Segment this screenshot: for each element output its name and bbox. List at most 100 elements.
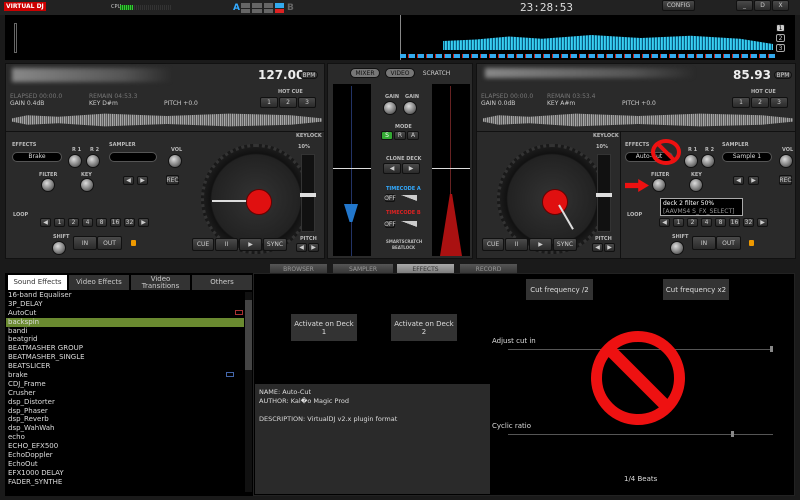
play-button[interactable]: ▶ <box>239 238 262 251</box>
tab-others[interactable]: Others <box>192 275 252 290</box>
hot-cue-3[interactable]: 3 <box>298 97 316 108</box>
minimize-button[interactable]: _ <box>736 0 753 11</box>
loop-8[interactable]: 8 <box>96 218 107 227</box>
list-item[interactable]: CDJ_Frame <box>6 380 244 389</box>
list-item[interactable]: BEATSLICER <box>6 362 244 371</box>
cyclic-ratio-slider[interactable] <box>508 431 773 437</box>
sampler-rec-button[interactable]: REC <box>166 175 179 185</box>
list-item[interactable]: dsp_Reverb <box>6 415 244 424</box>
pitch-slider[interactable] <box>300 154 316 232</box>
mode-s-button[interactable]: S <box>381 131 393 140</box>
loop-32[interactable]: 32 <box>124 218 135 227</box>
tab-scratch[interactable]: SCRATCH <box>419 68 454 78</box>
loop-prev-button[interactable]: ◀ <box>40 218 51 227</box>
loop-out-button[interactable]: OUT <box>716 236 741 250</box>
timecode-b-off[interactable]: OFF <box>384 220 396 228</box>
loop-out-button[interactable]: OUT <box>97 236 122 250</box>
pause-button[interactable]: II <box>215 238 238 251</box>
key-knob[interactable] <box>80 178 94 192</box>
scroll-handle[interactable] <box>14 23 17 53</box>
pitch-up-button[interactable]: ▶ <box>308 243 319 252</box>
bpm-button[interactable]: BPM <box>300 71 318 79</box>
tab-video[interactable]: VIDEO <box>385 68 415 78</box>
list-item[interactable]: 3P_DELAY <box>6 300 244 309</box>
sampler-select[interactable] <box>109 152 157 162</box>
tab-sound-effects[interactable]: Sound Effects <box>8 275 67 290</box>
effect-r2-knob[interactable] <box>86 154 100 168</box>
smartscratch-label[interactable]: SMARTSCRATCH <box>386 239 422 244</box>
bpm-button[interactable]: BPM <box>774 71 792 79</box>
sampler-prev-button[interactable]: ◀ <box>733 176 744 185</box>
play-button[interactable]: ▶ <box>529 238 552 251</box>
cut-frequency-half-button[interactable]: Cut frequency /2 <box>526 279 593 300</box>
tab-video-effects[interactable]: Video Effects <box>69 275 129 290</box>
sampler-rec-button[interactable]: REC <box>779 175 792 185</box>
loop-4[interactable]: 4 <box>701 218 712 227</box>
close-button[interactable]: X <box>772 0 789 11</box>
sampler-prev-button[interactable]: ◀ <box>123 176 134 185</box>
track-waveform[interactable] <box>12 113 322 127</box>
waveform-overview[interactable]: 1 2 3 <box>5 15 795 60</box>
track-waveform[interactable] <box>483 113 793 127</box>
tab-video-transitions[interactable]: Video Transitions <box>131 275 190 290</box>
overview-deck-3-button[interactable]: 3 <box>776 44 785 52</box>
loop-in-button[interactable]: IN <box>692 236 716 250</box>
loop-prev-button[interactable]: ◀ <box>659 218 670 227</box>
filter-knob[interactable] <box>41 178 55 192</box>
sampler-select[interactable]: Sample 1 <box>722 152 772 162</box>
config-button[interactable]: CONFIG <box>662 0 695 11</box>
maximize-button[interactable]: D <box>754 0 771 11</box>
list-item[interactable]: ECHO_EFX500 <box>6 442 244 451</box>
sampler-vol-knob[interactable] <box>779 154 793 168</box>
list-item[interactable]: dsp_Distorter <box>6 398 244 407</box>
loop-shift-knob[interactable] <box>52 241 66 255</box>
cue-button[interactable]: CUE <box>482 238 504 251</box>
loop-32[interactable]: 32 <box>743 218 754 227</box>
lock-icon[interactable] <box>749 240 754 246</box>
slider-thumb[interactable] <box>730 431 734 437</box>
loop-1[interactable]: 1 <box>54 218 65 227</box>
hot-cue-1[interactable]: 1 <box>260 97 278 108</box>
crossfader-b[interactable]: B <box>287 3 294 13</box>
pause-button[interactable]: II <box>505 238 528 251</box>
sync-button[interactable]: SYNC <box>553 238 577 251</box>
crossfader-bars[interactable] <box>241 3 284 13</box>
lock-icon[interactable] <box>131 240 136 246</box>
loop-1[interactable]: 1 <box>673 218 684 227</box>
list-item[interactable]: dsp_Phaser <box>6 407 244 416</box>
sync-button[interactable]: SYNC <box>263 238 287 251</box>
crossfader-a[interactable]: A <box>233 3 240 13</box>
list-item[interactable]: EchoDoppler <box>6 451 244 460</box>
sampler-next-button[interactable]: ▶ <box>748 176 759 185</box>
loop-16[interactable]: 16 <box>110 218 121 227</box>
cue-button[interactable]: CUE <box>192 238 214 251</box>
key-knob[interactable] <box>689 178 703 192</box>
loop-shift-knob[interactable] <box>670 241 684 255</box>
activate-deck-2-button[interactable]: Activate on Deck 2 <box>391 314 457 341</box>
activate-deck-1-button[interactable]: Activate on Deck 1 <box>291 314 357 341</box>
sampler-next-button[interactable]: ▶ <box>137 176 148 185</box>
clone-right-button[interactable]: ▶ <box>402 163 420 174</box>
list-item[interactable]: EchoOut <box>6 460 244 469</box>
timecode-a-off[interactable]: OFF <box>384 194 396 202</box>
cut-frequency-double-button[interactable]: Cut frequency x2 <box>663 279 729 300</box>
list-item[interactable]: FADER_SYNTHE <box>6 478 244 487</box>
list-item[interactable]: BEATMASHER GROUP <box>6 344 244 353</box>
hot-cue-3[interactable]: 3 <box>770 97 788 108</box>
list-item[interactable]: Crusher <box>6 389 244 398</box>
loop-2[interactable]: 2 <box>687 218 698 227</box>
pitch-up-button[interactable]: ▶ <box>604 243 615 252</box>
effect-r1-knob[interactable] <box>68 154 82 168</box>
effect-r1-knob[interactable] <box>684 154 698 168</box>
loop-next-button[interactable]: ▶ <box>757 218 768 227</box>
pitch-down-button[interactable]: ◀ <box>592 243 603 252</box>
loop-8[interactable]: 8 <box>715 218 726 227</box>
list-item[interactable]: backspin <box>6 317 244 327</box>
sampler-vol-knob[interactable] <box>168 154 182 168</box>
overview-deck-1-button[interactable]: 1 <box>776 24 785 32</box>
keylock-label[interactable]: KEYLOCK <box>593 133 619 139</box>
gain-a-knob[interactable] <box>383 101 397 115</box>
pitch-down-button[interactable]: ◀ <box>296 243 307 252</box>
list-item[interactable]: dsp_WahWah <box>6 424 244 433</box>
scratch-wave-b[interactable] <box>432 84 470 256</box>
